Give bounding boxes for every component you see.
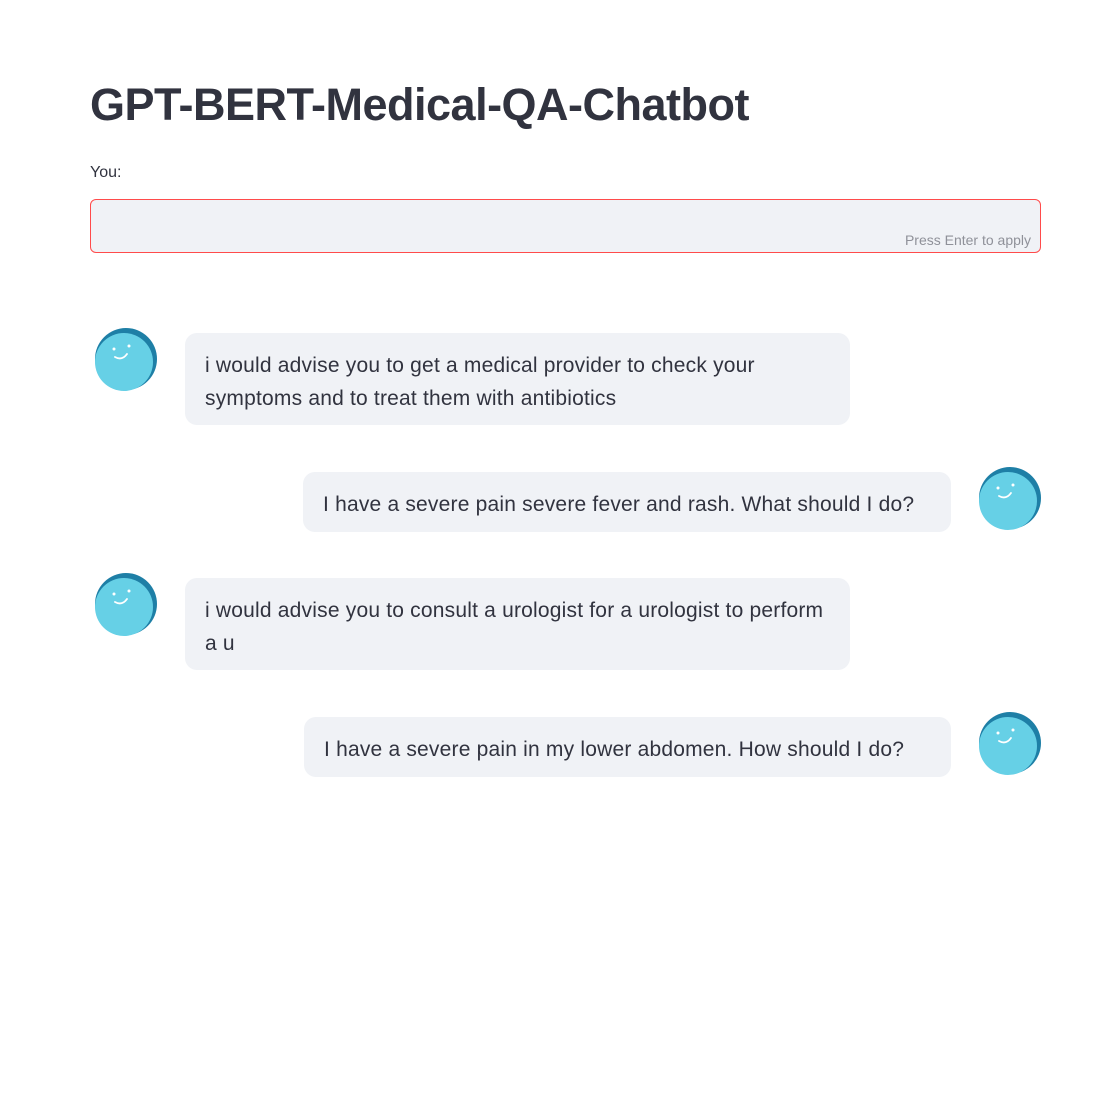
chat-bubble: i would advise you to consult a urologis… <box>185 578 850 670</box>
bot-avatar <box>94 327 158 391</box>
smiley-avatar-icon <box>979 467 1041 530</box>
chat-input-label: You: <box>90 164 122 181</box>
smiley-avatar-icon <box>95 573 157 636</box>
user-avatar <box>978 711 1042 775</box>
chat-message-bot: i would advise you to get a medical prov… <box>90 326 1044 426</box>
user-avatar <box>978 466 1042 530</box>
page-title: GPT-BERT-Medical-QA-Chatbot <box>90 79 750 130</box>
chat-input[interactable] <box>91 200 1040 252</box>
chat-message-user: I have a severe pain severe fever and ra… <box>90 465 1044 535</box>
chat-message-bot: i would advise you to consult a urologis… <box>90 571 1044 671</box>
bot-avatar <box>94 572 158 636</box>
chat-bubble: I have a severe pain severe fever and ra… <box>303 472 951 532</box>
chat-bubble: I have a severe pain in my lower abdomen… <box>304 717 951 777</box>
chat-message-user: I have a severe pain in my lower abdomen… <box>90 710 1044 780</box>
smiley-avatar-icon <box>95 328 157 391</box>
chat-input-container[interactable]: Press Enter to apply <box>90 199 1041 253</box>
smiley-avatar-icon <box>979 712 1041 775</box>
chat-bubble: i would advise you to get a medical prov… <box>185 333 850 425</box>
